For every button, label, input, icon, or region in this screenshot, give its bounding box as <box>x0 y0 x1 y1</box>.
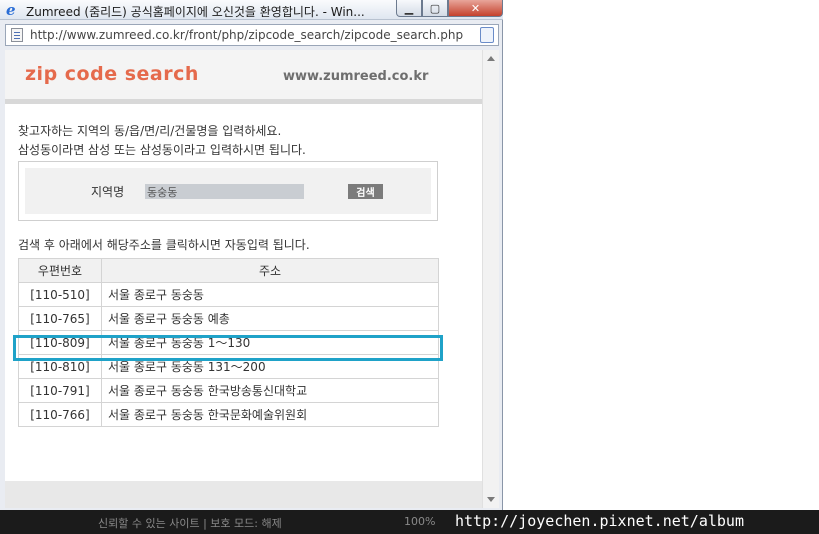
scroll-up-icon[interactable] <box>487 56 495 61</box>
title-bar[interactable]: e Zumreed (줌리드) 공식홈페이지에 오신것을 환영합니다. - Wi… <box>0 0 503 20</box>
zipcode-table: 우편번호 주소 [110-510] 서울 종로구 동숭동 [110-765] 서… <box>18 258 439 427</box>
header-zipcode: 우편번호 <box>18 258 102 283</box>
ie-icon: e <box>6 1 16 19</box>
search-input[interactable] <box>145 184 304 199</box>
header-address: 주소 <box>101 258 439 283</box>
address-cell[interactable]: 서울 종로구 동숭동 한국문화예술위원회 <box>101 402 439 427</box>
address-cell[interactable]: 서울 종로구 동숭동 1～130 <box>101 330 439 355</box>
zipcode-cell[interactable]: [110-791] <box>18 378 102 403</box>
address-cell[interactable]: 서울 종로구 동숭동 <box>101 282 439 307</box>
search-panel-inner: 지역명 검색 <box>25 168 431 214</box>
feed-icon[interactable] <box>480 27 494 43</box>
table-row[interactable]: [110-791] 서울 종로구 동숭동 한국방송통신대학교 <box>18 378 439 403</box>
search-button[interactable]: 검색 <box>348 184 383 199</box>
zoom-level[interactable]: 100% <box>404 515 435 528</box>
zipcode-cell[interactable]: [110-766] <box>18 402 102 427</box>
instruction-line-2: 삼성동이라면 삼성 또는 삼성동이라고 입력하시면 됩니다. <box>18 143 306 157</box>
logo: zip code search <box>25 63 199 85</box>
table-row[interactable]: [110-810] 서울 종로구 동숭동 131～200 <box>18 354 439 379</box>
zipcode-cell[interactable]: [110-809] <box>18 330 102 355</box>
window-title: Zumreed (줌리드) 공식홈페이지에 오신것을 환영합니다. - Win.… <box>26 5 365 19</box>
footer-strip <box>5 481 482 508</box>
zipcode-cell[interactable]: [110-510] <box>18 282 102 307</box>
close-button[interactable]: ✕ <box>448 0 503 17</box>
window-controls: ▁ ▢ ✕ <box>396 0 503 18</box>
search-label: 지역명 <box>91 185 125 199</box>
table-header-row: 우편번호 주소 <box>18 258 439 283</box>
search-panel: 지역명 검색 <box>18 161 438 221</box>
browser-window: e Zumreed (줌리드) 공식홈페이지에 오신것을 환영합니다. - Wi… <box>0 0 503 510</box>
banner: zip code search www.zumreed.co.kr <box>5 50 482 104</box>
address-cell[interactable]: 서울 종로구 동숭동 한국방송통신대학교 <box>101 378 439 403</box>
page-content: zip code search www.zumreed.co.kr 찾고자하는 … <box>5 50 482 508</box>
site-url: www.zumreed.co.kr <box>283 69 429 84</box>
page-icon <box>11 28 23 42</box>
address-bar[interactable]: http://www.zumreed.co.kr/front/php/zipco… <box>5 24 499 46</box>
vertical-scrollbar[interactable] <box>482 50 499 508</box>
minimize-button[interactable]: ▁ <box>396 0 422 17</box>
scroll-down-icon[interactable] <box>487 497 495 502</box>
zipcode-cell[interactable]: [110-810] <box>18 354 102 379</box>
maximize-button[interactable]: ▢ <box>422 0 448 17</box>
watermark: http://joyechen.pixnet.net/album <box>455 512 744 530</box>
instruction-line-3: 검색 후 아래에서 해당주소를 클릭하시면 자동입력 됩니다. <box>18 238 310 252</box>
status-bar: 신뢰할 수 있는 사이트 | 보호 모드: 해제 100% http://joy… <box>0 510 819 534</box>
status-text: 신뢰할 수 있는 사이트 | 보호 모드: 해제 <box>98 517 282 530</box>
address-cell[interactable]: 서울 종로구 동숭동 예총 <box>101 306 439 331</box>
table-row[interactable]: [110-766] 서울 종로구 동숭동 한국문화예술위원회 <box>18 402 439 427</box>
table-row[interactable]: [110-510] 서울 종로구 동숭동 <box>18 282 439 307</box>
zipcode-cell[interactable]: [110-765] <box>18 306 102 331</box>
table-row[interactable]: [110-809] 서울 종로구 동숭동 1～130 <box>18 330 439 355</box>
url-text[interactable]: http://www.zumreed.co.kr/front/php/zipco… <box>30 28 473 42</box>
table-row[interactable]: [110-765] 서울 종로구 동숭동 예총 <box>18 306 439 331</box>
instruction-line-1: 찾고자하는 지역의 동/읍/면/리/건물명을 입력하세요. <box>18 124 282 138</box>
address-cell[interactable]: 서울 종로구 동숭동 131～200 <box>101 354 439 379</box>
